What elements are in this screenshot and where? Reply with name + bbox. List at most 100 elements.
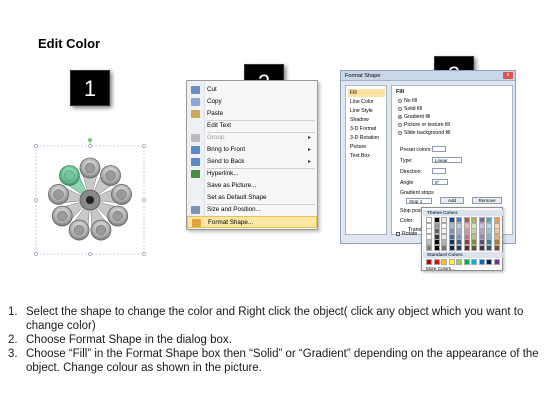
rotation-handle[interactable] (88, 138, 92, 142)
standard-color-swatch[interactable] (433, 259, 440, 265)
color-swatch[interactable] (493, 245, 500, 251)
standard-color-swatch[interactable] (471, 259, 477, 265)
remove-stop-button[interactable]: Remove (472, 197, 502, 204)
radio-button[interactable] (398, 130, 402, 135)
instruction-number: 3. (8, 348, 18, 360)
standard-color-swatch[interactable] (441, 259, 447, 265)
context-menu-item[interactable]: Edit Text (187, 120, 317, 132)
context-menu-item[interactable]: Format Shape... (187, 216, 317, 228)
color-swatch[interactable] (463, 245, 470, 251)
fill-option[interactable]: Slide background fill (398, 130, 450, 136)
dialog-titlebar: Format Shape x (341, 71, 515, 81)
dialog-nav-item[interactable]: Line Style (348, 107, 385, 115)
context-menu-item[interactable]: Set as Default Shape (187, 192, 317, 204)
fill-option[interactable]: Gradient fill (398, 114, 430, 120)
context-menu-item-label: Copy (207, 98, 222, 105)
close-button[interactable]: x (503, 72, 513, 79)
resize-handle[interactable] (34, 252, 38, 256)
context-menu-item[interactable]: Copy (187, 96, 317, 108)
resize-handle[interactable] (34, 144, 38, 148)
petal-inner (95, 224, 107, 236)
add-stop-button[interactable]: Add (440, 197, 464, 204)
type-dropdown[interactable]: Linear (432, 157, 462, 163)
color-swatch[interactable] (471, 245, 477, 251)
group-icon (191, 134, 200, 142)
dialog-nav-item[interactable]: Picture (348, 143, 385, 151)
dialog-nav-item[interactable]: Text Box (348, 152, 385, 160)
resize-handle[interactable] (88, 144, 92, 148)
context-menu-item[interactable]: Group ▸ (187, 132, 317, 144)
standard-color-swatch[interactable] (493, 259, 500, 265)
stop-dropdown[interactable]: Stop 1 (406, 198, 432, 204)
flower-center-dot (86, 196, 94, 204)
instruction-item: 3. Choose “Fill” in the Format Shape box … (4, 347, 556, 375)
send-back-icon (191, 158, 200, 166)
context-menu-item[interactable]: Cut (187, 84, 317, 96)
context-menu-item-label: Format Shape... (208, 219, 254, 226)
resize-handle[interactable] (142, 144, 146, 148)
context-menu-item[interactable]: Save as Picture... (187, 180, 317, 192)
color-swatch[interactable] (448, 245, 455, 251)
color-swatch[interactable] (478, 245, 485, 251)
fill-option[interactable]: No fill (398, 98, 417, 104)
standard-color-swatch[interactable] (426, 259, 432, 265)
context-menu-item[interactable]: Send to Back ▸ (187, 156, 317, 168)
color-swatch[interactable] (486, 245, 492, 251)
preset-colors-dropdown[interactable] (432, 146, 446, 152)
resize-handle[interactable] (34, 198, 38, 202)
resize-handle[interactable] (142, 252, 146, 256)
radio-button[interactable] (398, 106, 402, 111)
color-swatch[interactable] (441, 245, 447, 251)
color-swatch[interactable] (456, 245, 462, 251)
instruction-text: Select the shape to change the color and… (26, 306, 524, 332)
standard-color-swatch[interactable] (486, 259, 492, 265)
dialog-nav-item[interactable]: Line Color (348, 98, 385, 106)
radio-button[interactable] (398, 98, 402, 103)
standard-color-swatch[interactable] (478, 259, 485, 265)
petal-inner (64, 170, 75, 181)
context-menu-item[interactable]: Paste (187, 108, 317, 120)
fill-option-label: Solid fill (404, 106, 422, 112)
more-colors-link[interactable]: More Colors... (426, 266, 455, 271)
instruction-item: 2. Choose Format Shape in the dialog box. (4, 333, 556, 347)
instruction-text: Choose “Fill” in the Format Shape box th… (26, 348, 539, 374)
dialog-title: Format Shape (345, 73, 381, 79)
context-menu-item[interactable]: Hyperlink... (187, 168, 317, 180)
dialog-nav-item[interactable]: Fill (348, 89, 385, 97)
standard-color-swatch[interactable] (456, 259, 462, 265)
color-swatch[interactable] (433, 245, 440, 251)
context-menu-item-label: Cut (207, 86, 217, 93)
resize-handle[interactable] (142, 198, 146, 202)
context-menu-item[interactable]: Bring to Front ▸ (187, 144, 317, 156)
angle-input[interactable]: 0° (432, 179, 448, 185)
radio-button[interactable] (398, 114, 402, 119)
color-palette-popup: Theme Colors Standard Colors More Colors… (421, 207, 503, 271)
dialog-nav-item[interactable]: Shadow (348, 116, 385, 124)
context-menu-item-label: Send to Back (207, 158, 245, 165)
direction-dropdown[interactable] (432, 168, 446, 174)
theme-colors-header: Theme Colors (423, 210, 503, 216)
fill-option[interactable]: Solid fill (398, 106, 422, 112)
resize-handle[interactable] (88, 252, 92, 256)
preset-label: Preset colors: (400, 147, 432, 153)
rotate-checkbox-row[interactable]: Rotate (396, 231, 417, 237)
rotate-checkbox[interactable] (396, 231, 400, 236)
dialog-nav-item[interactable]: 3-D Format (348, 125, 385, 133)
context-menu-item[interactable]: Size and Position... (187, 204, 317, 216)
standard-color-swatch[interactable] (463, 259, 470, 265)
color-swatch[interactable] (426, 245, 432, 251)
standard-colors-header: Standard Colors (423, 252, 503, 258)
context-menu-item-label: Save as Picture... (207, 182, 257, 189)
context-menu-item-label: Bring to Front (207, 146, 246, 153)
fill-option[interactable]: Picture or texture fill (398, 122, 450, 128)
type-label: Type: (400, 158, 413, 164)
radio-button[interactable] (398, 122, 402, 127)
copy-icon (191, 98, 200, 106)
direction-label: Direction: (400, 169, 422, 175)
petal-inner (105, 170, 116, 181)
context-menu-item-label: Hyperlink... (207, 170, 239, 177)
instruction-text: Choose Format Shape in the dialog box. (26, 334, 232, 346)
standard-color-swatch[interactable] (448, 259, 455, 265)
flower-shape[interactable] (30, 138, 150, 258)
dialog-nav-item[interactable]: 3-D Rotation (348, 134, 385, 142)
